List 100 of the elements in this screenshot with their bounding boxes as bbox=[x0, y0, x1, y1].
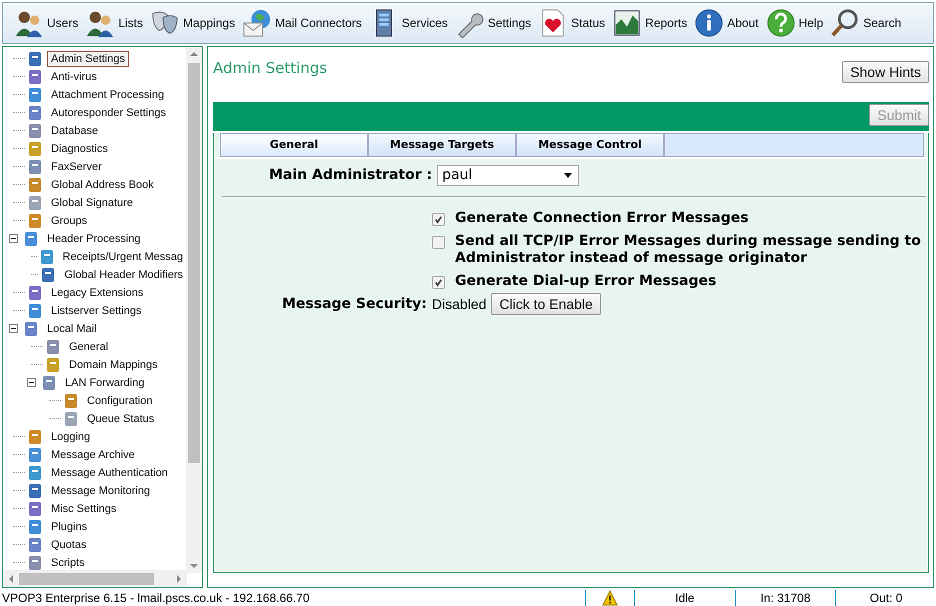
vertical-scrollbar[interactable] bbox=[186, 46, 202, 573]
status-text: VPOP3 Enterprise 6.15 - lmail.pscs.co.uk - 192.168.66.70 bbox=[1, 591, 310, 605]
tree-item[interactable]: Attachment Processing bbox=[47, 86, 168, 103]
document-icon bbox=[27, 446, 43, 463]
toolbar-button[interactable]: About bbox=[691, 8, 762, 38]
document-icon bbox=[27, 482, 43, 499]
toolbar-button[interactable]: Mappings bbox=[147, 8, 238, 38]
tree-item[interactable]: Message Archive bbox=[47, 446, 139, 463]
document-icon bbox=[27, 518, 43, 535]
checkbox[interactable] bbox=[432, 276, 445, 289]
tab[interactable]: General bbox=[220, 132, 368, 157]
tree-item[interactable]: Legacy Extensions bbox=[47, 284, 148, 301]
caret-icon bbox=[564, 171, 572, 180]
document-icon bbox=[27, 140, 43, 157]
document-icon bbox=[27, 212, 43, 229]
document-icon bbox=[45, 356, 61, 373]
administrator-dropdown[interactable]: paul bbox=[437, 164, 580, 186]
warning-icon bbox=[602, 590, 618, 606]
collapse-toggle[interactable] bbox=[9, 234, 18, 244]
tree-item[interactable]: FaxServer bbox=[47, 158, 106, 175]
security-status: Disabled bbox=[432, 296, 486, 312]
document-icon bbox=[45, 338, 61, 355]
document-icon bbox=[27, 50, 43, 67]
document-icon bbox=[27, 554, 43, 571]
tree-item[interactable]: Anti-virus bbox=[47, 68, 101, 85]
tree-item[interactable]: Logging bbox=[47, 428, 94, 445]
document-icon bbox=[27, 86, 43, 103]
toolbar-button[interactable]: Users bbox=[11, 8, 82, 38]
tree-item[interactable]: Header Processing bbox=[43, 230, 145, 247]
toolbar-button[interactable]: Settings bbox=[452, 8, 534, 38]
tab[interactable]: Message Targets bbox=[368, 132, 516, 157]
search-icon bbox=[830, 8, 860, 38]
tree-item[interactable]: Plugins bbox=[47, 518, 92, 535]
chart-icon bbox=[612, 8, 642, 38]
horizontal-scrollbar[interactable] bbox=[3, 570, 187, 587]
scroll-up-icon[interactable] bbox=[190, 50, 198, 58]
tree-item[interactable]: Receipts/Urgent Messag bbox=[58, 248, 187, 265]
toolbar-button[interactable]: Mail Connectors bbox=[239, 8, 365, 38]
checkbox[interactable] bbox=[432, 212, 445, 226]
checkbox-label: Send all TCP/IP Error Messages during message sending to Administrator instead of message originator bbox=[455, 232, 922, 267]
tree-item[interactable]: Diagnostics bbox=[47, 140, 112, 157]
collapse-toggle[interactable] bbox=[9, 324, 18, 334]
checkbox[interactable] bbox=[432, 236, 445, 249]
scroll-down-icon[interactable] bbox=[190, 562, 198, 570]
tree-item[interactable]: Listserver Settings bbox=[47, 302, 146, 319]
document-icon bbox=[41, 374, 57, 391]
tree-item[interactable]: Admin Settings bbox=[47, 50, 129, 67]
document-icon bbox=[38, 248, 55, 265]
tree-item[interactable]: Local Mail bbox=[43, 320, 101, 337]
document-icon bbox=[27, 284, 43, 301]
tree-item[interactable]: Configuration bbox=[83, 392, 156, 409]
show-hints-button[interactable]: Show Hints bbox=[842, 60, 929, 83]
document-icon bbox=[27, 68, 43, 85]
info-icon bbox=[694, 8, 724, 38]
toolbar-button[interactable]: Help bbox=[762, 8, 826, 38]
tree-item[interactable]: Quotas bbox=[47, 536, 90, 553]
document-icon bbox=[27, 122, 43, 139]
field-label: Message Security: bbox=[282, 296, 427, 312]
enable-button[interactable]: Click to Enable bbox=[491, 292, 601, 315]
tree-item[interactable]: LAN Forwarding bbox=[61, 374, 148, 391]
tree-item[interactable]: Message Authentication bbox=[47, 464, 172, 481]
document-icon bbox=[27, 194, 43, 211]
tree-item[interactable]: General bbox=[65, 338, 112, 355]
scroll-right-icon[interactable] bbox=[175, 574, 183, 582]
document-icon bbox=[27, 536, 43, 553]
tree-item[interactable]: Global Address Book bbox=[47, 176, 158, 193]
tree-item[interactable]: Autoresponder Settings bbox=[47, 104, 170, 121]
tab[interactable]: Message Control bbox=[516, 132, 664, 157]
incoming-count: In: 31708 bbox=[734, 590, 836, 606]
tree-item[interactable]: Database bbox=[47, 122, 102, 139]
collapse-toggle[interactable] bbox=[27, 378, 36, 388]
status-state: Idle bbox=[634, 590, 735, 606]
document-icon bbox=[27, 302, 43, 319]
document-icon bbox=[63, 392, 79, 409]
outgoing-count: Out: 0 bbox=[835, 590, 936, 606]
toolbar-button[interactable]: Status bbox=[535, 8, 608, 38]
document-icon bbox=[27, 500, 43, 517]
toolbar-button[interactable]: Reports bbox=[609, 8, 690, 38]
tree-item[interactable]: Message Monitoring bbox=[47, 482, 154, 499]
document-icon bbox=[23, 230, 39, 247]
field-label: Main Administrator : bbox=[269, 167, 432, 184]
toolbar-button[interactable]: Services bbox=[366, 8, 451, 38]
toolbar-button[interactable]: Lists bbox=[82, 8, 146, 38]
document-icon bbox=[27, 176, 43, 193]
tree-item[interactable]: Scripts bbox=[47, 554, 89, 571]
tree-item[interactable]: Global Signature bbox=[47, 194, 137, 211]
document-icon bbox=[27, 158, 43, 175]
document-icon bbox=[23, 320, 39, 337]
tree-item[interactable]: Groups bbox=[47, 212, 92, 229]
document-icon bbox=[27, 464, 43, 481]
document-icon bbox=[63, 410, 79, 427]
scroll-left-icon[interactable] bbox=[7, 574, 15, 582]
tree-item[interactable]: Global Header Modifiers bbox=[60, 266, 187, 283]
document-icon bbox=[40, 266, 56, 283]
toolbar-button[interactable]: Search bbox=[827, 8, 904, 38]
checkbox-label: Generate Connection Error Messages bbox=[455, 210, 749, 227]
document-icon bbox=[27, 428, 43, 445]
tree-item[interactable]: Misc Settings bbox=[47, 500, 120, 517]
tree-item[interactable]: Domain Mappings bbox=[65, 356, 162, 373]
tree-item[interactable]: Queue Status bbox=[83, 410, 158, 427]
